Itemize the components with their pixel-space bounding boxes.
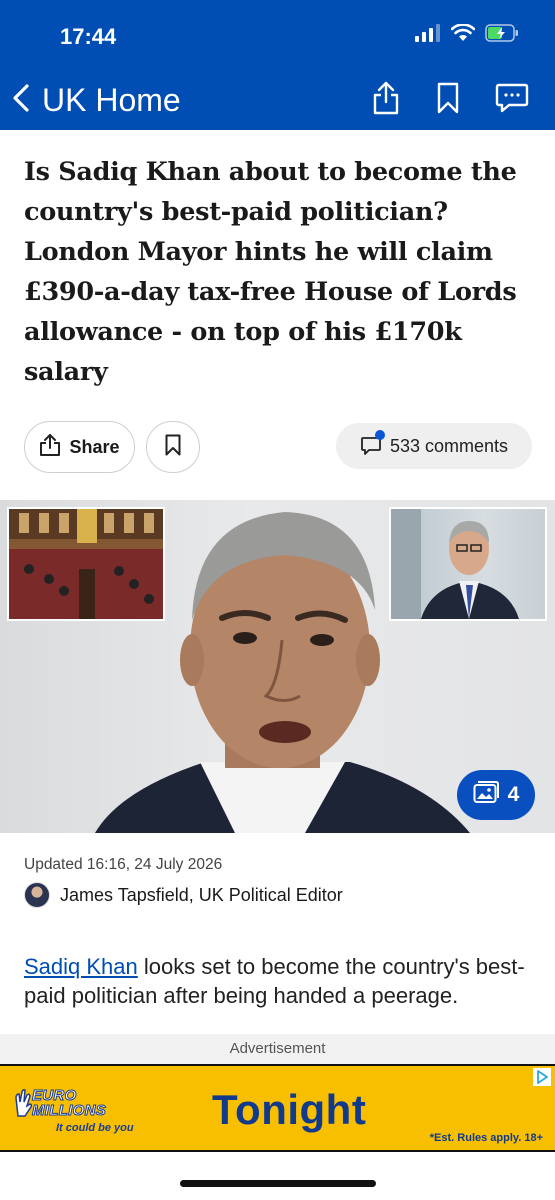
wifi-icon [451,24,475,42]
signal-icon [415,24,441,42]
status-icons [415,24,519,42]
ad-headline: Tonight [212,1086,367,1133]
article-body: Sadiq Khan looks set to become the count… [24,952,534,1032]
nav-bar: UK Home [0,76,555,124]
nav-title: UK Home [42,81,181,118]
thumbnail-house-of-lords[interactable] [7,507,165,621]
ad-banner[interactable]: EURO MILLIONS It could be you Tonight *Es… [0,1064,555,1152]
status-time: 17:44 [60,24,117,49]
nav-actions [371,76,529,124]
top-bar: 17:44 UK Home [0,0,555,130]
save-button[interactable] [146,421,200,473]
ad-brand-line2: MILLIONS [31,1102,107,1119]
share-icon[interactable] [371,81,401,120]
ad-rules: *Est. Rules apply. 18+ [429,1132,543,1144]
thumbnail-politician[interactable] [389,507,547,621]
back-chevron-icon [12,83,30,118]
author-name: James Tapsfield, UK Political Editor [60,884,343,905]
ad-logo: EURO MILLIONS It could be you [10,1082,145,1138]
back-button[interactable]: UK Home [12,76,181,124]
comments-count: 533 comments [389,435,509,456]
bookmark-icon [165,434,181,461]
comment-icon[interactable] [495,82,529,119]
avatar [24,882,50,908]
battery-icon [485,24,519,42]
bookmark-icon[interactable] [437,82,459,119]
article-actions: Share 533 comments [24,421,532,473]
gallery-button[interactable]: 4 [457,770,535,820]
share-label: Share [69,436,120,457]
ad-choices-icon[interactable] [533,1068,551,1086]
comment-icon [360,430,385,457]
gallery-count: 4 [507,783,520,806]
ad-tagline: It could be you [56,1122,134,1134]
home-indicator[interactable] [180,1180,376,1187]
updated-timestamp: Updated 16:16, 24 July 2026 [24,856,223,873]
ad-brand: EURO MILLIONS [31,1088,107,1119]
ad-label: Advertisement [0,1034,555,1064]
hero-image[interactable]: 4 [0,500,555,833]
body-link-sadiq-khan[interactable]: Sadiq Khan [24,954,138,979]
comments-button[interactable]: 533 comments [336,423,532,469]
share-icon [39,433,61,462]
gallery-icon [473,780,499,810]
unread-dot [374,430,385,440]
article-headline: Is Sadiq Khan about to become the countr… [24,157,517,387]
share-button[interactable]: Share [24,421,135,473]
author-byline[interactable]: James Tapsfield, UK Political Editor [24,882,343,908]
